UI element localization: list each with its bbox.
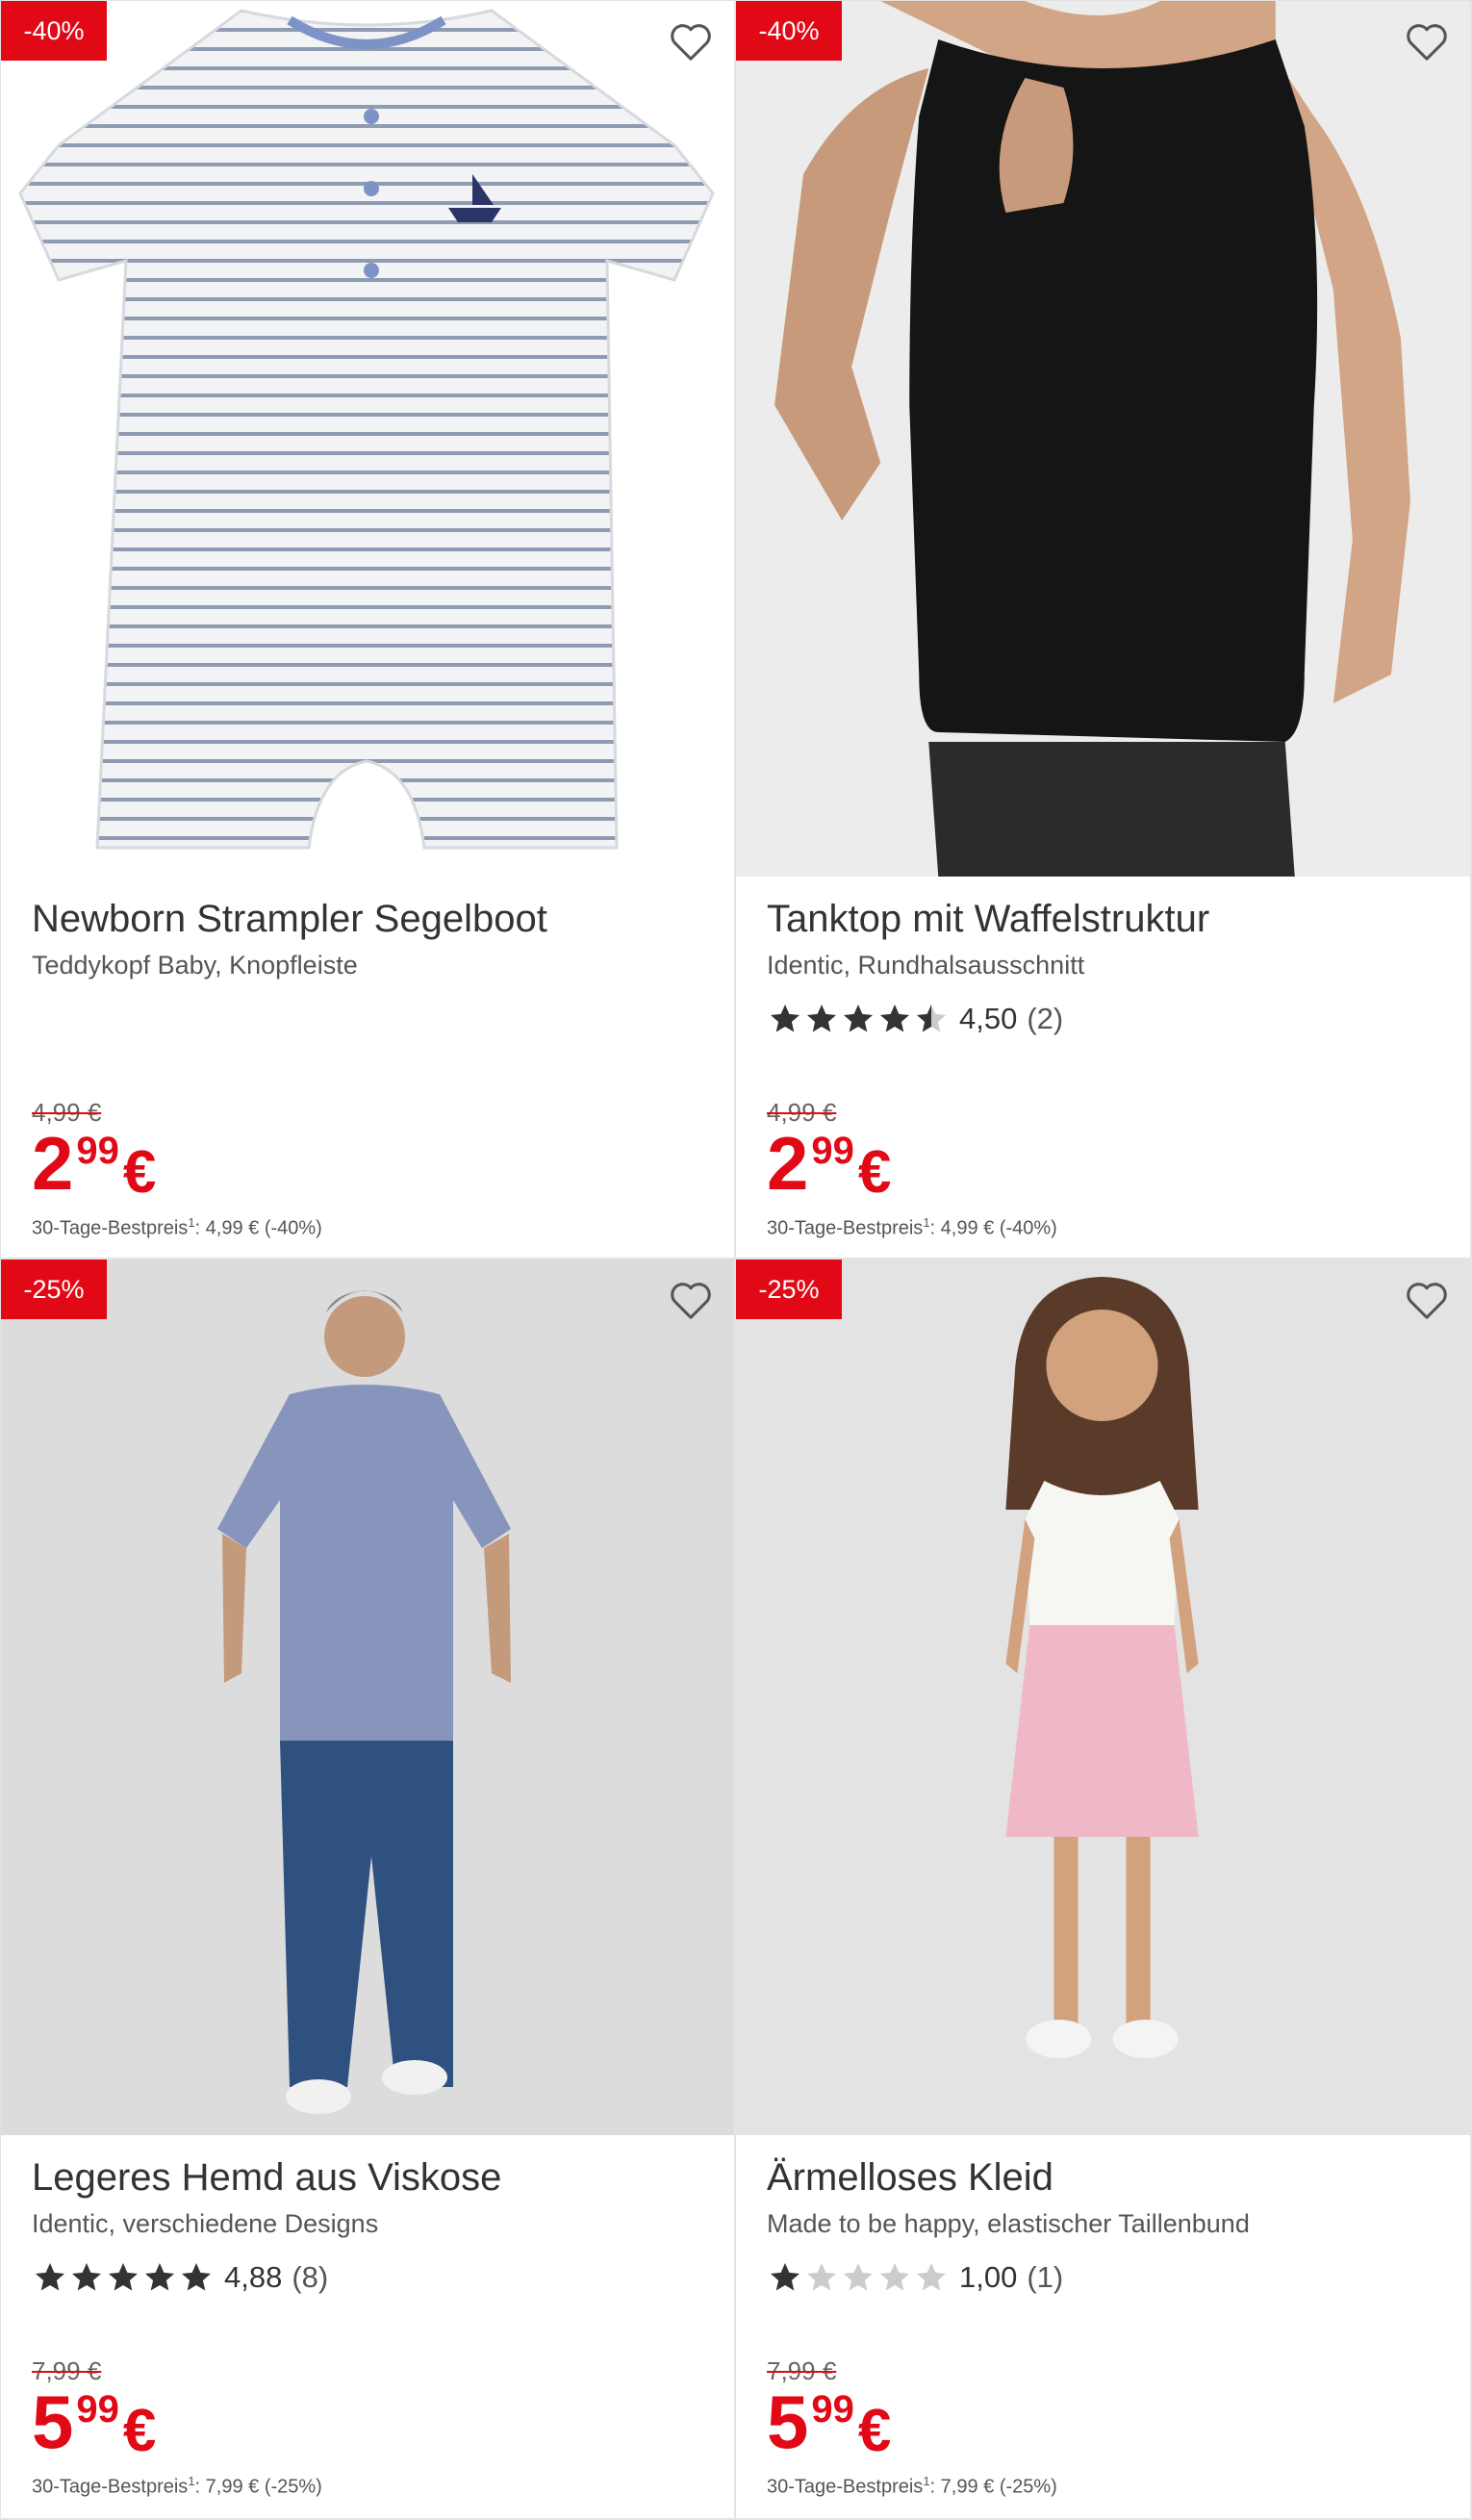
price-euros: 5 xyxy=(32,2380,73,2464)
star-empty-icon xyxy=(807,2263,836,2291)
discount-badge: -40% xyxy=(736,1,842,61)
star-empty-icon xyxy=(880,2263,909,2291)
star-half-icon xyxy=(917,1005,946,1032)
best-price-label: 30-Tage-Bestpreis xyxy=(32,1217,189,1239)
price-cents: 99 xyxy=(76,1130,119,1172)
wishlist-heart-icon[interactable] xyxy=(669,20,713,63)
product-card[interactable]: -40% Tanktop mit Waffelstruktur Identic,… xyxy=(736,0,1472,1260)
price-currency: € xyxy=(857,1139,892,1206)
current-price: 2 99 € xyxy=(32,1122,156,1209)
best-price-footnote[interactable]: 1 xyxy=(188,1215,194,1230)
product-info: Legeres Hemd aus Viskose Identic, versch… xyxy=(32,2150,715,2518)
rating-value: 4,50 xyxy=(959,1002,1018,1035)
product-title[interactable]: Legeres Hemd aus Viskose xyxy=(32,2150,715,2205)
product-title[interactable]: Ärmelloses Kleid xyxy=(767,2150,1451,2205)
price-euros: 2 xyxy=(32,1121,73,1206)
star-rating xyxy=(767,1002,950,1036)
girl-in-pink-dress-image xyxy=(736,1260,1470,2135)
product-image[interactable] xyxy=(1,1,734,877)
star-filled-icon xyxy=(36,2263,64,2291)
best-price-value: : 7,99 € (-25%) xyxy=(194,2476,322,2498)
price-currency: € xyxy=(122,2398,157,2464)
star-rating xyxy=(767,2260,950,2295)
best-price-value: : 4,99 € (-40%) xyxy=(929,1217,1057,1239)
star-filled-icon xyxy=(145,2263,174,2291)
ai-sparkle-icon xyxy=(1412,2456,1445,2489)
ai-sparkle-icon xyxy=(676,2456,709,2489)
best-price-note: 30-Tage-Bestpreis1: 7,99 € (-25%) xyxy=(32,2474,322,2499)
product-subtitle: Identic, verschiedene Designs xyxy=(32,2209,379,2238)
rating-count: (1) xyxy=(1027,2260,1064,2294)
best-price-footnote[interactable]: 1 xyxy=(188,2474,194,2488)
star-filled-icon xyxy=(771,2263,799,2291)
product-grid: -40% Newborn Strampler Segelboot Teddyko… xyxy=(0,0,1472,2520)
price-cents: 99 xyxy=(811,2388,854,2431)
star-empty-icon xyxy=(844,2263,873,2291)
best-price-note: 30-Tage-Bestpreis1: 7,99 € (-25%) xyxy=(767,2474,1057,2499)
product-title[interactable]: Newborn Strampler Segelboot xyxy=(32,891,715,947)
star-filled-icon xyxy=(72,2263,101,2291)
star-rating xyxy=(32,2260,215,2295)
best-price-footnote[interactable]: 1 xyxy=(923,2474,929,2488)
star-empty-icon xyxy=(917,2263,946,2291)
star-filled-icon xyxy=(771,1005,799,1032)
product-image[interactable] xyxy=(736,1,1470,877)
wishlist-heart-icon[interactable] xyxy=(1405,20,1449,63)
rating-value: 4,88 xyxy=(224,2260,283,2294)
product-subtitle: Identic, Rundhalsausschnitt xyxy=(767,951,1085,980)
man-in-printed-shirt-image xyxy=(1,1260,734,2135)
star-filled-icon xyxy=(844,1005,873,1032)
discount-badge: -40% xyxy=(1,1,107,61)
wishlist-heart-icon[interactable] xyxy=(1405,1279,1449,1321)
product-rating[interactable]: 1,00 (1) xyxy=(767,2256,1063,2299)
star-filled-icon xyxy=(109,2263,138,2291)
price-euros: 2 xyxy=(767,1121,808,1206)
current-price: 5 99 € xyxy=(32,2380,156,2467)
wishlist-heart-icon[interactable] xyxy=(669,1279,713,1321)
current-price: 2 99 € xyxy=(767,1122,891,1209)
best-price-note: 30-Tage-Bestpreis1: 4,99 € (-40%) xyxy=(32,1215,322,1240)
best-price-label: 30-Tage-Bestpreis xyxy=(767,2476,924,2498)
product-info: Newborn Strampler Segelboot Teddykopf Ba… xyxy=(32,891,715,1258)
best-price-value: : 7,99 € (-25%) xyxy=(929,2476,1057,2498)
price-euros: 5 xyxy=(767,2380,808,2464)
best-price-label: 30-Tage-Bestpreis xyxy=(767,1217,924,1239)
star-filled-icon xyxy=(182,2263,211,2291)
price-currency: € xyxy=(122,1139,157,1206)
black-tanktop-model-image xyxy=(736,1,1470,877)
product-image[interactable] xyxy=(1,1260,734,2135)
product-title[interactable]: Tanktop mit Waffelstruktur xyxy=(767,891,1451,947)
product-image[interactable] xyxy=(736,1260,1470,2135)
star-filled-icon xyxy=(880,1005,909,1032)
product-info: Tanktop mit Waffelstruktur Identic, Rund… xyxy=(767,891,1451,1258)
price-currency: € xyxy=(857,2398,892,2464)
best-price-note: 30-Tage-Bestpreis1: 4,99 € (-40%) xyxy=(767,1215,1057,1240)
product-subtitle: Teddykopf Baby, Knopfleiste xyxy=(32,951,358,980)
price-cents: 99 xyxy=(811,1130,854,1172)
product-card[interactable]: -40% Newborn Strampler Segelboot Teddyko… xyxy=(0,0,736,1260)
discount-badge: -25% xyxy=(736,1260,842,1319)
product-subtitle: Made to be happy, elastischer Taillenbun… xyxy=(767,2209,1250,2238)
rating-count: (2) xyxy=(1027,1002,1064,1035)
rating-count: (8) xyxy=(292,2260,329,2294)
product-rating[interactable]: 4,88 (8) xyxy=(32,2256,328,2299)
product-rating[interactable]: 4,50 (2) xyxy=(767,998,1063,1040)
best-price-value: : 4,99 € (-40%) xyxy=(194,1217,322,1239)
best-price-footnote[interactable]: 1 xyxy=(923,1215,929,1230)
star-filled-icon xyxy=(807,1005,836,1032)
product-card[interactable]: -25% Legeres Hemd aus Viskose Identic, v… xyxy=(0,1260,736,2520)
striped-baby-romper-image xyxy=(1,1,734,877)
product-info: Ärmelloses Kleid Made to be happy, elast… xyxy=(767,2150,1451,2518)
best-price-label: 30-Tage-Bestpreis xyxy=(32,2476,189,2498)
current-price: 5 99 € xyxy=(767,2380,891,2467)
discount-badge: -25% xyxy=(1,1260,107,1319)
price-cents: 99 xyxy=(76,2388,119,2431)
product-card[interactable]: -25% Ärmelloses Kleid Made to be happy, … xyxy=(736,1260,1472,2520)
rating-value: 1,00 xyxy=(959,2260,1018,2294)
